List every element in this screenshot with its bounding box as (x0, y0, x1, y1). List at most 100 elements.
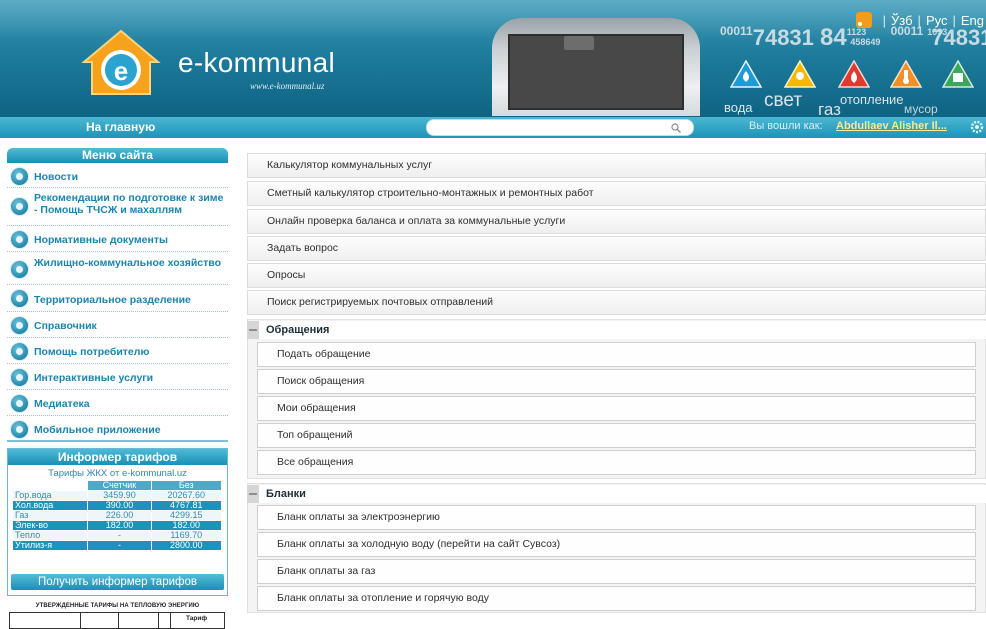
table-cell: 4767.81 (151, 501, 221, 510)
link-electricity-form[interactable]: Бланк оплаты за электроэнергию (257, 505, 976, 530)
link-online-balance[interactable]: Онлайн проверка баланса и оплата за комм… (247, 209, 986, 234)
link-ask-question[interactable]: Задать вопрос (247, 236, 986, 261)
table-cell: 182.00 (88, 521, 151, 530)
sidebar-item-mobile[interactable]: Мобильное приложение (7, 417, 228, 442)
meter-dial (564, 36, 594, 50)
sidebar: Меню сайта Новости Рекомендации по подго… (7, 148, 228, 629)
link-heating-form[interactable]: Бланк оплаты за отопление и горячую воду (257, 586, 976, 611)
meter-screen (508, 34, 684, 110)
thermal-tariffs-title: УТВЕРЖДЕННЫЕ ТАРИФЫ НА ТЕПЛОВУЮ ЭНЕРГИЮ (35, 603, 200, 609)
table-row: Элек-во 182.00 182.00 (13, 521, 221, 530)
recommendations-icon (10, 197, 29, 216)
table-cell: - (88, 541, 151, 550)
table-cell: Хол.вода (13, 501, 88, 510)
link-submit-appeal[interactable]: Подать обращение (257, 342, 976, 367)
get-informer-button[interactable]: Получить информер тарифов (11, 574, 224, 590)
main-content: Калькулятор коммунальных услуг Сметный к… (247, 153, 986, 629)
thermal-tariffs-table: Тариф (9, 612, 225, 629)
menu-title: Меню сайта (7, 148, 228, 163)
link-all-appeals[interactable]: Все обращения (257, 450, 976, 475)
user-profile-link[interactable]: Abdullaev Alisher Il... (836, 120, 947, 132)
sidebar-item-directory[interactable]: Справочник (7, 313, 228, 338)
link-cold-water-form[interactable]: Бланк оплаты за холодную воду (перейти н… (257, 532, 976, 557)
logo-text[interactable]: e-kommunal (178, 47, 335, 79)
table-cell: 182.00 (151, 521, 221, 530)
appeals-section-toggle[interactable]: Обращения (247, 321, 986, 339)
table-cell: Газ (13, 511, 88, 520)
sidebar-item-news[interactable]: Новости (7, 165, 228, 188)
table-cell: 3459.90 (88, 491, 151, 500)
section-title: Обращения (266, 324, 330, 336)
logo-subtext: www.e-kommunal.uz (250, 81, 325, 91)
trash-icon (942, 60, 974, 88)
table-header: Без (151, 481, 221, 490)
collapse-icon[interactable] (249, 329, 257, 331)
table-header-row: Счетчик Без (13, 481, 221, 490)
tariff-table: Счетчик Без Гор.вода 3459.90 20267.60 Хо… (12, 480, 222, 551)
table-row: Хол.вода 390.00 4767.81 (13, 501, 221, 510)
table-row: Гор.вода 3459.90 20267.60 (13, 491, 221, 500)
link-search-appeal[interactable]: Поиск обращения (257, 369, 976, 394)
gear-icon[interactable] (970, 120, 984, 134)
sidebar-item-documents[interactable]: Нормативные документы (7, 227, 228, 252)
link-polls[interactable]: Опросы (247, 263, 986, 288)
sidebar-item-label: Новости (34, 171, 79, 183)
table-cell: Элек-во (13, 521, 88, 530)
collapse-icon[interactable] (249, 493, 257, 495)
svg-text:e: e (114, 56, 128, 86)
sidebar-item-housing[interactable]: Жилищно-коммунальное хозяйство (7, 253, 228, 285)
sidebar-item-label: Справочник (34, 320, 97, 332)
table-cell: 226.00 (88, 511, 151, 520)
table-cell: 4299.15 (151, 511, 221, 520)
nav-bar: На главную Вы вошли как: Abdullaev Alish… (0, 117, 986, 138)
table-cell: Гор.вода (13, 491, 88, 500)
sidebar-item-territory[interactable]: Территориальное разделение (7, 286, 228, 312)
lightbulb-icon (784, 60, 816, 88)
grid-line (170, 613, 171, 629)
home-link[interactable]: На главную (86, 120, 155, 134)
site-header: | Ўзб | Рус | Eng e e-kommunal www.e-kom… (0, 0, 986, 119)
sidebar-item-label: Помощь потребителю (34, 346, 150, 358)
link-gas-form[interactable]: Бланк оплаты за газ (257, 559, 976, 584)
link-my-appeals[interactable]: Мои обращения (257, 396, 976, 421)
tariff-informer: Информер тарифов Тарифы ЖКХ от e-kommuna… (7, 448, 228, 596)
interactive-icon (10, 368, 29, 387)
search-icon[interactable] (671, 123, 681, 133)
link-top-appeals[interactable]: Топ обращений (257, 423, 976, 448)
utilities-banner: 0001174831 841123 458649 000111093748314… (720, 24, 986, 119)
thermal-tariffs-preview[interactable]: УТВЕРЖДЕННЫЕ ТАРИФЫ НА ТЕПЛОВУЮ ЭНЕРГИЮ … (7, 603, 228, 629)
territory-icon (10, 289, 29, 308)
search-input[interactable] (426, 119, 694, 136)
link-construction-calculator[interactable]: Сметный калькулятор строительно-монтажны… (247, 181, 986, 206)
table-cell: 2800.00 (151, 541, 221, 550)
sidebar-item-label: Нормативные документы (34, 234, 168, 246)
link-postal-search[interactable]: Поиск регистрируемых почтовых отправлени… (247, 290, 986, 315)
help-icon (10, 342, 29, 361)
grid-line (158, 613, 159, 629)
utility-water-label: вода (724, 100, 753, 115)
water-drop-icon (730, 60, 762, 88)
housing-icon (10, 260, 29, 279)
sidebar-item-interactive[interactable]: Интерактивные услуги (7, 365, 228, 390)
informer-subtitle: Тарифы ЖКХ от e-kommunal.uz (48, 468, 187, 479)
directory-icon (10, 316, 29, 335)
logo-house-icon[interactable]: e (78, 28, 164, 98)
forms-section-toggle[interactable]: Бланки (247, 485, 986, 503)
sidebar-item-recommendations[interactable]: Рекомендации по подготовке к зиме - Помо… (7, 189, 228, 226)
utility-light-label: свет (764, 90, 803, 111)
thermal-column-label: Тариф (186, 615, 208, 622)
sidebar-item-label: Интерактивные услуги (34, 372, 154, 384)
table-header: Счетчик (88, 481, 151, 490)
flame-icon (838, 60, 870, 88)
link-utility-calculator[interactable]: Калькулятор коммунальных услуг (247, 153, 986, 178)
sidebar-item-media[interactable]: Медиатека (7, 391, 228, 416)
table-row: Утилиз-я - 2800.00 (13, 541, 221, 550)
sidebar-item-label: Медиатека (34, 398, 90, 410)
table-cell: 1169.70 (151, 531, 221, 540)
utility-heating-label: отопление (840, 92, 904, 107)
table-header (13, 481, 87, 490)
sidebar-item-label: Рекомендации по подготовке к зиме - Помо… (34, 192, 224, 216)
sidebar-item-label: Мобильное приложение (34, 424, 161, 436)
login-label: Вы вошли как: (749, 120, 823, 132)
sidebar-item-help[interactable]: Помощь потребителю (7, 339, 228, 364)
